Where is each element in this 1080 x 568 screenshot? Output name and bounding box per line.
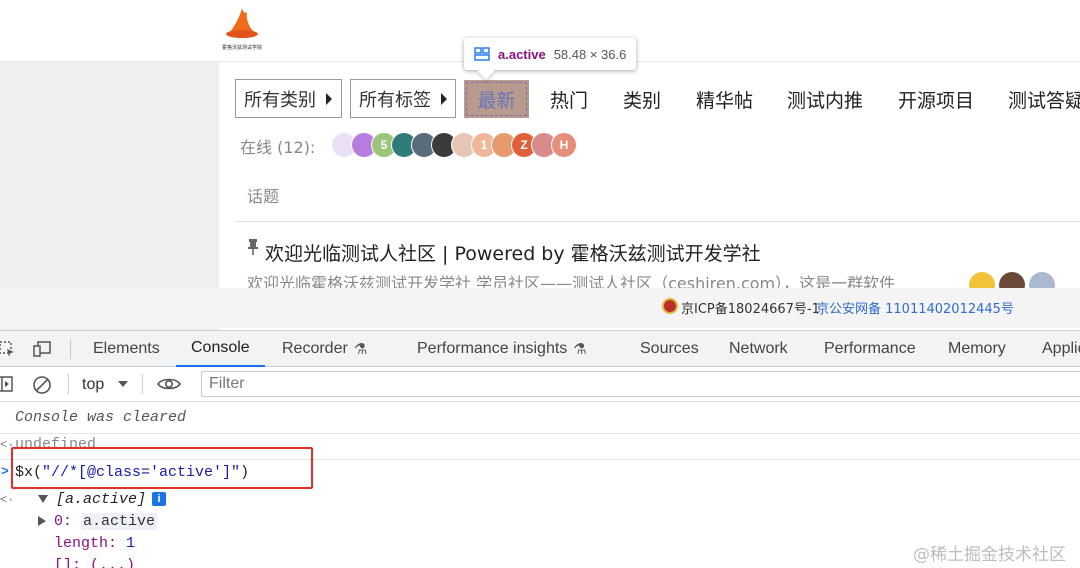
tooltip-selector: a.active — [498, 46, 546, 62]
pin-icon — [248, 239, 258, 255]
nav-tab-qa[interactable]: 测试答疑 — [1008, 80, 1080, 118]
nav-tab-featured[interactable]: 精华帖 — [696, 80, 753, 118]
expand-triangle-icon[interactable] — [38, 495, 48, 504]
tab-performance-insights[interactable]: Performance insights ⚗ — [417, 331, 587, 367]
console-filter-input[interactable] — [201, 371, 1080, 397]
category-dropdown[interactable]: 所有类别 — [235, 79, 342, 118]
item-value[interactable]: a.active — [81, 513, 158, 530]
collapse-triangle-icon[interactable] — [38, 516, 46, 527]
category-dropdown-label: 所有类别 — [244, 89, 316, 111]
topics-column-header: 话题 — [247, 187, 280, 206]
flex-layout-icon — [474, 47, 490, 61]
tooltip-dimensions: 58.48 × 36.6 — [553, 46, 627, 62]
tab-performance[interactable]: Performance — [824, 331, 916, 367]
pinned-topic-title[interactable]: 欢迎光临测试人社区 | Powered by 霍格沃兹测试开发学社 — [265, 239, 761, 266]
police-badge-icon — [662, 298, 678, 314]
device-toolbar-icon[interactable] — [33, 340, 51, 358]
icp-record[interactable]: 京ICP备18024667号-1 — [681, 298, 820, 317]
inspect-element-icon[interactable] — [0, 340, 16, 358]
psb-record-link[interactable]: 京公安网备 11011402012445号 — [816, 298, 1014, 317]
return-arrow-icon: <· — [0, 493, 15, 507]
online-users-label: 在线 (12): — [240, 138, 316, 157]
online-avatars: 5 1 Z H — [331, 132, 577, 158]
tab-label: Elements — [93, 340, 160, 357]
nav-tab-hot[interactable]: 热门 — [550, 80, 588, 118]
console-toolbar: top — [0, 367, 1080, 402]
prompt-chevron-icon: > — [1, 464, 9, 479]
experiment-flask-icon: ⚗ — [573, 341, 587, 358]
length-key: length: — [54, 535, 118, 552]
watermark: @稀土掘金技术社区 — [913, 545, 1066, 565]
result-array-label: [a.active] — [56, 491, 147, 508]
tab-label: Memory — [948, 340, 1006, 357]
tag-dropdown[interactable]: 所有标签 — [350, 79, 456, 118]
tab-elements[interactable]: Elements — [93, 331, 160, 367]
divider — [68, 374, 69, 394]
divider — [70, 339, 71, 359]
caret-right-icon — [441, 92, 447, 105]
nav-tab-open-source[interactable]: 开源项目 — [898, 80, 974, 118]
site-logo[interactable]: 霍格沃兹测试学院 — [220, 6, 264, 54]
devtools-tab-bar: Elements Console Recorder ⚗ Performance i… — [0, 331, 1080, 367]
tab-memory[interactable]: Memory — [948, 331, 1006, 367]
nav-tab-referrals[interactable]: 测试内推 — [787, 80, 863, 118]
inspect-element-tooltip: a.active 58.48 × 36.6 — [464, 38, 637, 70]
tab-network[interactable]: Network — [729, 331, 788, 367]
tab-label: Performance insights — [417, 340, 568, 357]
highlight-box — [11, 447, 313, 489]
experiment-flask-icon: ⚗ — [353, 341, 368, 358]
tab-label: Console — [191, 339, 250, 356]
logo-caption: 霍格沃兹测试学院 — [221, 45, 262, 51]
item-index: 0: — [54, 513, 73, 530]
clear-console-icon[interactable] — [32, 375, 52, 395]
web-page: 霍格沃兹测试学院 所有类别 所有标签 最新 热门 类别 精华帖 测试内推 开源项… — [0, 0, 1080, 330]
tab-label: Network — [729, 340, 788, 357]
result-array-item[interactable]: 0: a.active — [38, 513, 1080, 530]
tab-recorder[interactable]: Recorder ⚗ — [282, 331, 367, 367]
nav-tab-latest[interactable]: 最新 — [464, 80, 529, 118]
result-array-summary[interactable]: [a.active] i — [38, 491, 1080, 508]
avatar[interactable]: H — [551, 132, 577, 158]
tab-sources[interactable]: Sources — [640, 331, 699, 367]
console-cleared-message: Console was cleared — [15, 409, 187, 426]
divider — [235, 221, 1080, 222]
nav-tab-categories[interactable]: 类别 — [623, 80, 661, 118]
context-selector[interactable]: top — [82, 376, 104, 394]
eye-icon[interactable] — [156, 376, 182, 392]
info-icon[interactable]: i — [152, 492, 167, 507]
divider — [0, 433, 1080, 434]
tab-console[interactable]: Console — [176, 331, 265, 367]
tab-label: Recorder — [282, 340, 348, 357]
divider — [142, 374, 143, 394]
sidebar-toggle-icon[interactable] — [0, 375, 14, 393]
tab-label: Application — [1042, 340, 1080, 357]
chevron-down-icon — [118, 381, 128, 387]
length-value: 1 — [126, 535, 136, 552]
tab-label: Sources — [640, 340, 699, 357]
tag-dropdown-label: 所有标签 — [359, 89, 431, 111]
site-footer: 京ICP备18024667号-1 京公安网备 11011402012445号 — [0, 288, 1080, 328]
tab-application[interactable]: Application — [1042, 331, 1080, 367]
caret-right-icon — [326, 92, 332, 105]
wizard-hat-icon — [226, 8, 258, 38]
tab-label: Performance — [824, 340, 916, 357]
